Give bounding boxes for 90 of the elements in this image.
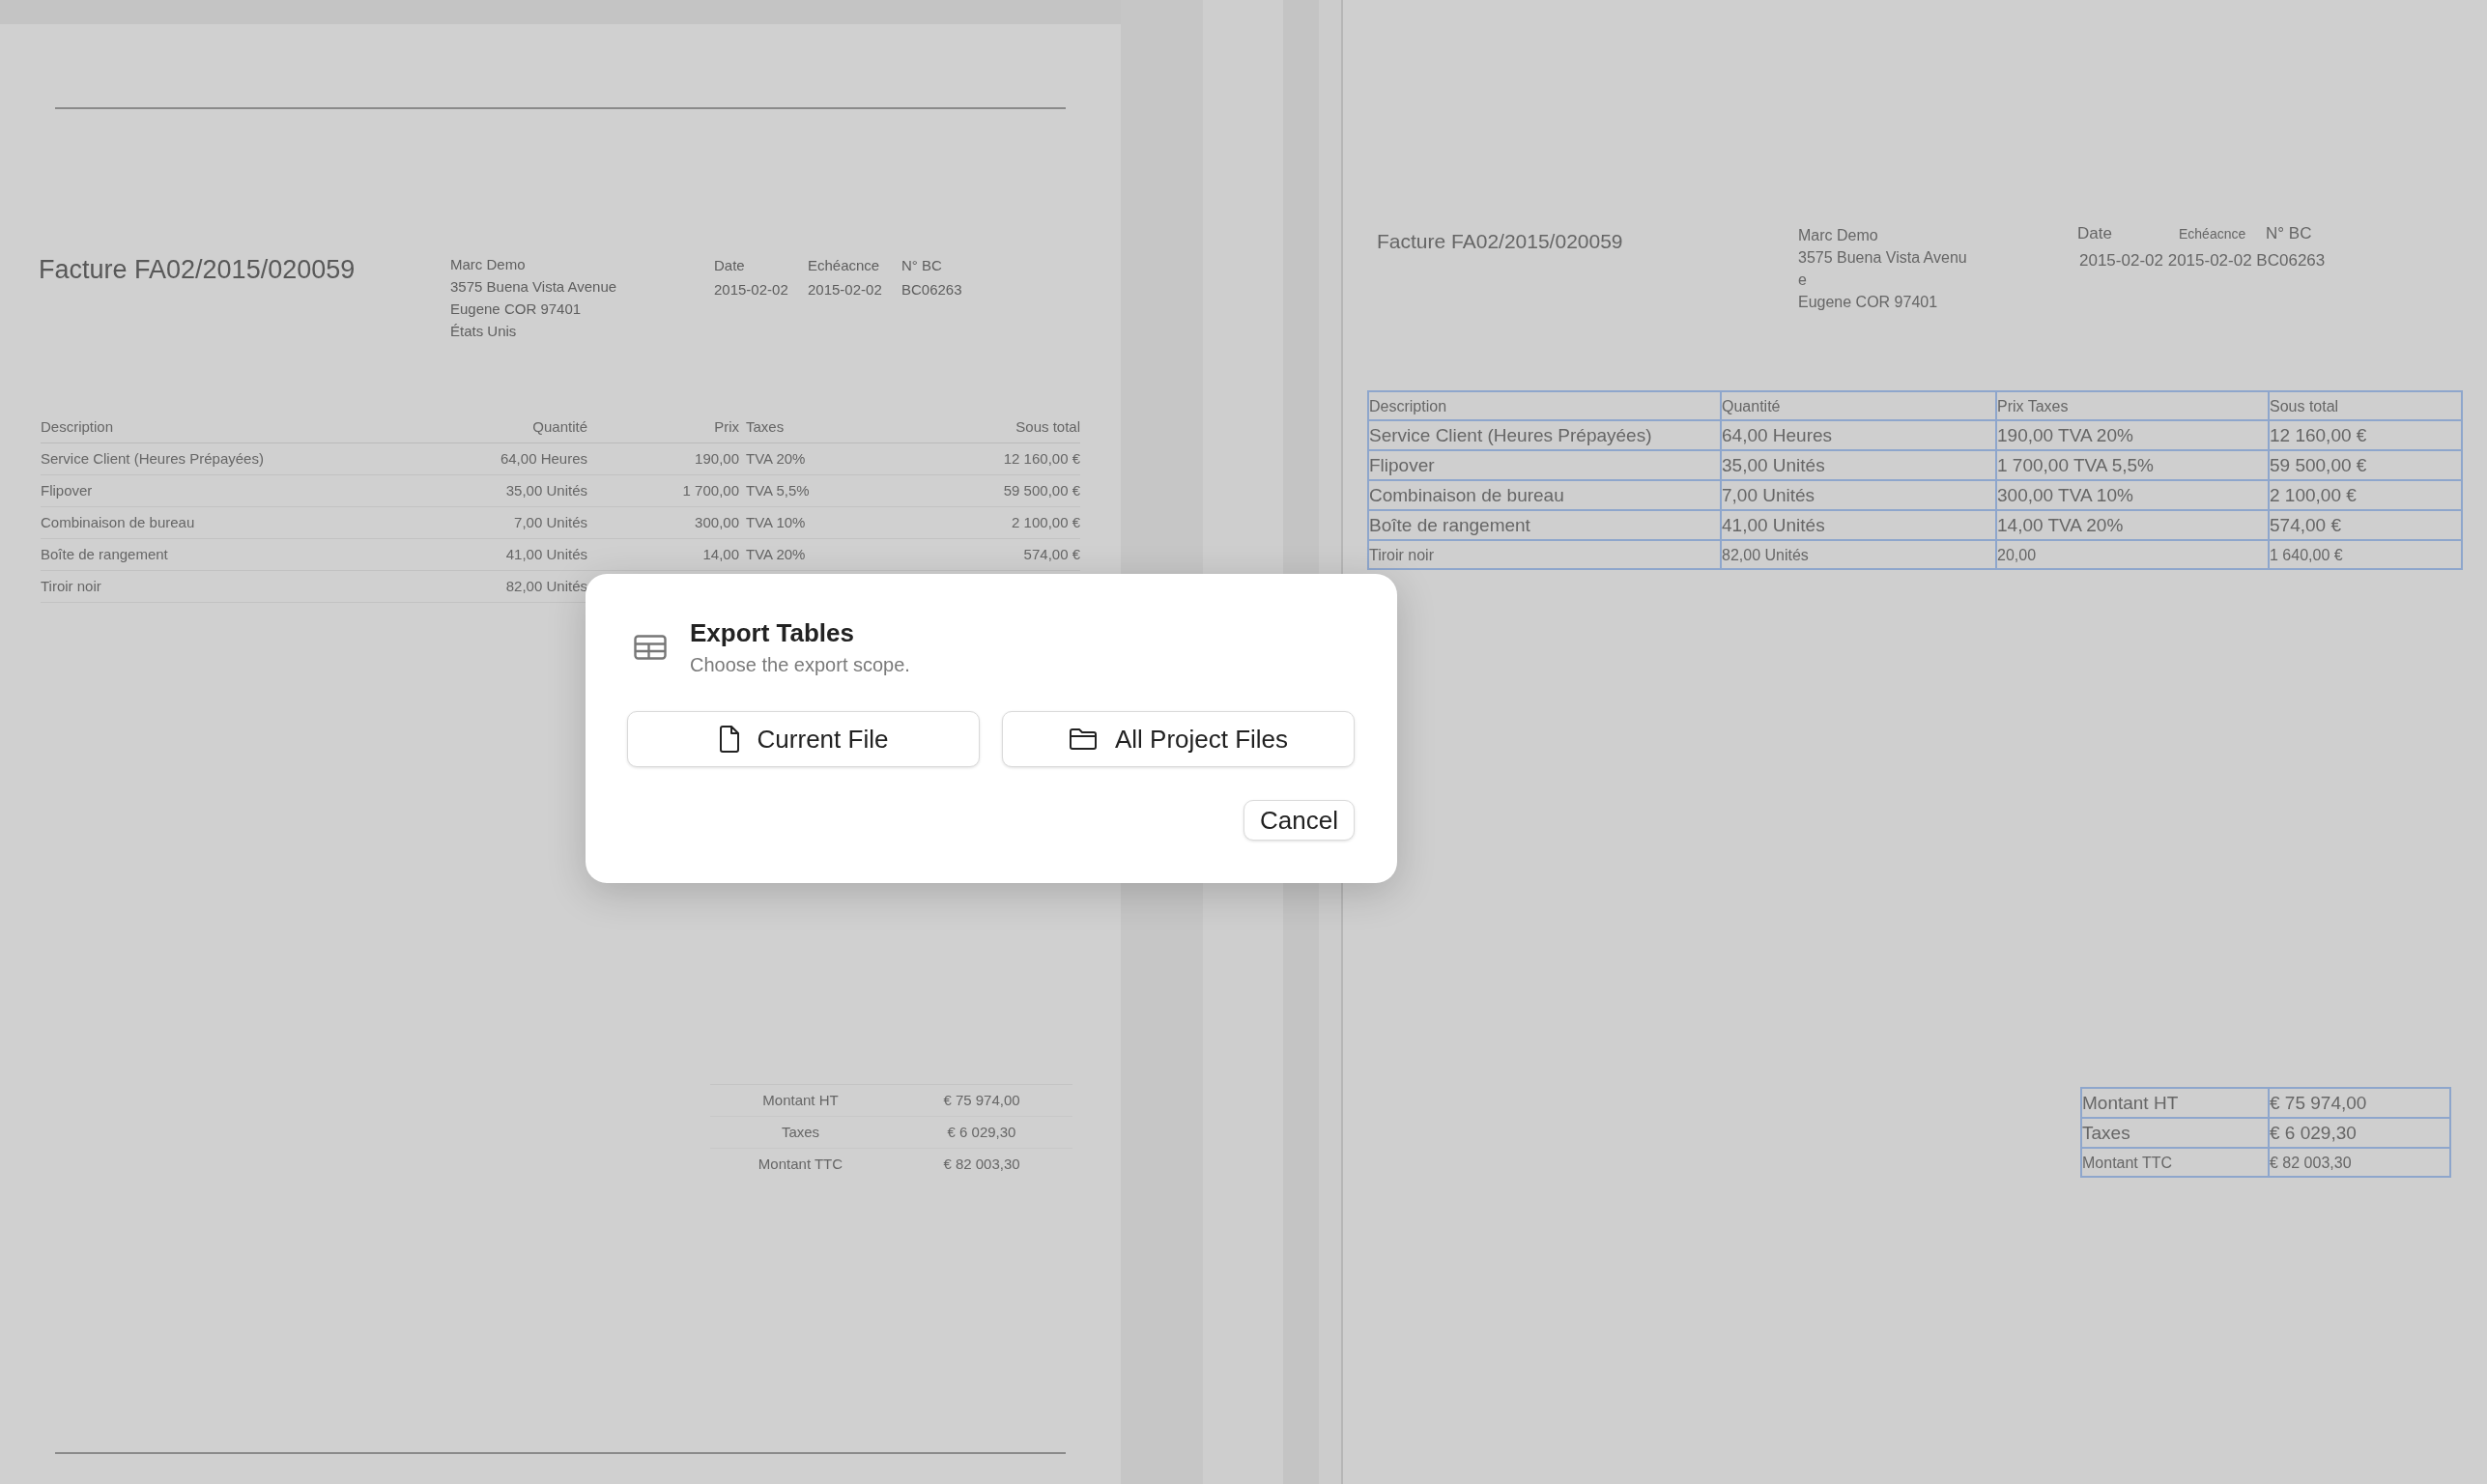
column-header: Sous total <box>895 412 1080 443</box>
address-line: Eugene COR 97401 <box>1798 293 1939 312</box>
table-cell: Tiroir noir <box>41 571 379 603</box>
info-value: 2015-02-02 2015-02-02 BC06263 <box>2078 251 2326 271</box>
total-value: € 6 029,30 <box>891 1117 1072 1149</box>
column-header: Sous total <box>2269 391 2462 420</box>
address-line: Eugene COR 97401 <box>450 300 583 319</box>
info-label: Date <box>714 256 746 275</box>
table-icon <box>634 635 667 660</box>
table-cell: 14,00 TVA 20% <box>1996 510 2269 540</box>
column-header: Description <box>1368 391 1721 420</box>
table-cell: 20,00 <box>1996 540 2269 569</box>
table-cell: Service Client (Heures Prépayées) <box>1368 420 1721 450</box>
cancel-button[interactable]: Cancel <box>1244 800 1355 841</box>
export-option-button[interactable]: Current File <box>627 711 980 767</box>
address-line: États Unis <box>450 322 518 341</box>
table-cell: 64,00 Heures <box>1721 420 1996 450</box>
invoice-title: Facture FA02/2015/020059 <box>39 255 357 286</box>
document-icon <box>718 726 740 753</box>
column-header: Prix Taxes <box>1996 391 2269 420</box>
table-cell: Combinaison de bureau <box>1368 480 1721 510</box>
invoice-title: Facture FA02/2015/020059 <box>1377 230 1624 254</box>
table-cell: 64,00 Heures <box>379 443 587 475</box>
table-cell: 1 700,00 <box>587 475 739 507</box>
table-cell: 41,00 Unités <box>379 539 587 571</box>
table-cell: Boîte de rangement <box>1368 510 1721 540</box>
table-cell: TVA 20% <box>739 443 895 475</box>
table-cell: 59 500,00 € <box>895 475 1080 507</box>
info-label: Echéacnce <box>2179 226 2247 242</box>
table-cell: 300,00 TVA 10% <box>1996 480 2269 510</box>
address-line: Marc Demo <box>1798 226 1879 245</box>
table-cell: Combinaison de bureau <box>41 507 379 539</box>
table-cell: Tiroir noir <box>1368 540 1721 569</box>
address-line: e <box>1798 271 1808 290</box>
table-cell: 82,00 Unités <box>1721 540 1996 569</box>
address-line: 3575 Buena Vista Avenu <box>1798 248 1968 268</box>
total-label: Montant HT <box>2081 1088 2269 1118</box>
total-value: € 6 029,30 <box>2269 1118 2450 1148</box>
column-header: Prix <box>587 412 739 443</box>
table-cell: 300,00 <box>587 507 739 539</box>
table-cell: 1 700,00 TVA 5,5% <box>1996 450 2269 480</box>
column-header: Quantité <box>379 412 587 443</box>
total-value: € 75 974,00 <box>891 1085 1072 1117</box>
total-value: € 82 003,30 <box>942 1155 1021 1174</box>
dialog-title: Export Tables <box>690 618 855 648</box>
table-cell: 1 640,00 € <box>2269 540 2462 569</box>
column-header: Description <box>41 412 379 443</box>
table-cell: 35,00 Unités <box>379 475 587 507</box>
address-line: 3575 Buena Vista Avenue <box>450 277 618 297</box>
total-label: Taxes <box>710 1117 891 1149</box>
table-cell: 12 160,00 € <box>895 443 1080 475</box>
info-label: Date <box>2077 224 2113 243</box>
total-value: € 75 974,00 <box>2269 1088 2450 1118</box>
total-label: Montant TTC <box>757 1155 844 1174</box>
column-header: Quantité <box>1721 391 1996 420</box>
table-cell: 41,00 Unités <box>1721 510 1996 540</box>
folder-icon <box>1068 728 1098 751</box>
table-cell: Flipover <box>1368 450 1721 480</box>
info-value: BC06263 <box>901 280 963 300</box>
table-cell: Service Client (Heures Prépayées) <box>41 443 379 475</box>
table-cell: TVA 20% <box>739 539 895 571</box>
table-cell: TVA 5,5% <box>739 475 895 507</box>
table-cell: TVA 10% <box>739 507 895 539</box>
column-header: Taxes <box>739 412 895 443</box>
table-cell: 7,00 Unités <box>379 507 587 539</box>
total-label: Taxes <box>2081 1118 2269 1148</box>
table-cell: 59 500,00 € <box>2269 450 2462 480</box>
table-cell: 2 100,00 € <box>2269 480 2462 510</box>
table-cell: Flipover <box>41 475 379 507</box>
table-cell: 7,00 Unités <box>1721 480 1996 510</box>
dialog-subtitle: Choose the export scope. <box>690 654 910 676</box>
table-cell: 190,00 <box>587 443 739 475</box>
table-cell: 14,00 <box>587 539 739 571</box>
table-cell: 190,00 TVA 20% <box>1996 420 2269 450</box>
table-cell: Boîte de rangement <box>41 539 379 571</box>
info-label: N° BC <box>2266 224 2312 243</box>
info-label: Echéacnce <box>808 256 881 275</box>
info-label: N° BC <box>901 256 943 275</box>
total-value: € 82 003,30 <box>2269 1148 2450 1177</box>
info-value: 2015-02-02 <box>808 280 883 300</box>
table-cell: 574,00 € <box>895 539 1080 571</box>
table-cell: 12 160,00 € <box>2269 420 2462 450</box>
table-cell: 2 100,00 € <box>895 507 1080 539</box>
total-label: Montant TTC <box>2081 1148 2269 1177</box>
total-label: Montant HT <box>710 1085 891 1117</box>
info-value: 2015-02-02 <box>714 280 789 300</box>
export-option-button[interactable]: All Project Files <box>1002 711 1355 767</box>
address-line: Marc Demo <box>450 255 527 274</box>
table-cell: 574,00 € <box>2269 510 2462 540</box>
table-cell: 35,00 Unités <box>1721 450 1996 480</box>
